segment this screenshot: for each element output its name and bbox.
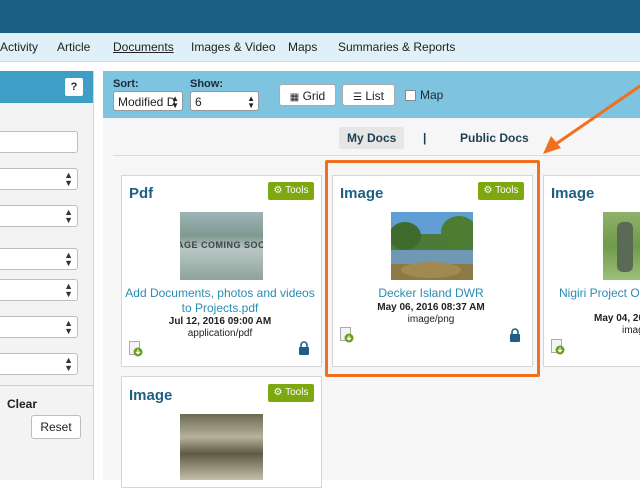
- document-date: Jul 12, 2016 09:00 AM: [168, 316, 272, 327]
- show-select-value: 6: [195, 95, 202, 109]
- document-thumbnail[interactable]: [180, 414, 263, 480]
- app-header: [0, 0, 640, 33]
- grid-icon: ▦: [289, 92, 300, 103]
- document-link-line1: Add Documents, photos and videos: [125, 286, 315, 300]
- nav-item-maps[interactable]: Maps: [288, 40, 317, 54]
- sidebar-divider: [0, 385, 93, 386]
- gear-icon: ⚙: [273, 185, 283, 196]
- select-arrows-icon: ▲ ▼: [64, 355, 73, 373]
- sort-select-value: Modified D: [118, 95, 176, 109]
- lock-icon: [299, 341, 309, 355]
- document-date: May 04, 20: [594, 313, 640, 324]
- show-label: Show:: [190, 78, 223, 90]
- gear-icon: ⚙: [273, 387, 283, 398]
- list-view-button[interactable]: ☰ List: [342, 84, 395, 106]
- card-type-title: Pdf: [129, 185, 154, 202]
- document-link[interactable]: Add Documents, photos and videos to Proj…: [125, 286, 315, 316]
- filter-select-2[interactable]: ▲ ▼: [0, 205, 78, 227]
- clear-filters-link[interactable]: Clear: [7, 397, 37, 411]
- nav-item-article[interactable]: Article: [57, 40, 90, 54]
- tools-label: Tools: [285, 185, 309, 196]
- filter-select-6[interactable]: ▲ ▼: [0, 353, 78, 375]
- tab-separator: |: [423, 131, 427, 145]
- filter-search-input[interactable]: [0, 131, 78, 153]
- list-icon: ☰: [353, 92, 362, 103]
- select-arrows-icon: ▲ ▼: [64, 170, 73, 188]
- card-type-title: Image: [129, 387, 173, 404]
- select-arrows-icon: ▲ ▼: [247, 94, 255, 110]
- download-icon[interactable]: [129, 341, 143, 357]
- tab-public-docs[interactable]: Public Docs: [460, 131, 529, 145]
- main-nav: Activity Article Documents Images & Vide…: [0, 33, 640, 62]
- highlight-box: [325, 160, 540, 377]
- filter-select-4[interactable]: ▲ ▼: [0, 279, 78, 301]
- download-icon[interactable]: [551, 339, 565, 355]
- list-view-label: List: [365, 89, 384, 103]
- person-figure: [617, 222, 633, 272]
- annotation-arrow-icon: [543, 84, 640, 154]
- card-type-title: Image: [551, 185, 595, 202]
- document-link[interactable]: Nigiri Project Op: [559, 286, 640, 301]
- document-mime-type: imag: [622, 325, 640, 336]
- filter-select-1[interactable]: ▲ ▼: [0, 168, 78, 190]
- select-arrows-icon: ▲ ▼: [64, 207, 73, 225]
- document-thumbnail[interactable]: [603, 212, 640, 280]
- sort-select[interactable]: Modified D ▲ ▼: [113, 91, 183, 111]
- nav-item-activity[interactable]: Activity: [0, 40, 38, 54]
- tools-button[interactable]: ⚙ Tools: [268, 182, 314, 200]
- filter-select-3[interactable]: ▲ ▼: [0, 248, 78, 270]
- help-button[interactable]: ?: [65, 78, 83, 96]
- tools-label: Tools: [285, 387, 309, 398]
- thumbnail-placeholder-text: AGE COMING SOC: [180, 240, 263, 250]
- tools-button[interactable]: ⚙ Tools: [268, 384, 314, 402]
- document-thumbnail[interactable]: AGE COMING SOC: [180, 212, 263, 280]
- grid-view-label: Grid: [302, 89, 326, 103]
- show-select[interactable]: 6 ▲ ▼: [190, 91, 259, 111]
- select-arrows-icon: ▲ ▼: [64, 318, 73, 336]
- map-checkbox[interactable]: [405, 90, 416, 101]
- grid-view-button[interactable]: ▦ Grid: [279, 84, 336, 106]
- nav-item-summaries-reports[interactable]: Summaries & Reports: [338, 40, 455, 54]
- tab-my-docs[interactable]: My Docs: [339, 127, 405, 149]
- map-label: Map: [420, 88, 444, 102]
- select-arrows-icon: ▲ ▼: [64, 250, 73, 268]
- select-arrows-icon: ▲ ▼: [171, 94, 179, 110]
- nav-item-images-video[interactable]: Images & Video: [191, 40, 276, 54]
- select-arrows-icon: ▲ ▼: [64, 281, 73, 299]
- sort-label: Sort:: [113, 78, 139, 90]
- nav-item-documents[interactable]: Documents: [113, 40, 174, 54]
- reset-button[interactable]: Reset: [31, 415, 81, 439]
- document-link-line2: to Projects.pdf: [181, 301, 259, 315]
- document-mime-type: application/pdf: [187, 328, 253, 339]
- filter-select-5[interactable]: ▲ ▼: [0, 316, 78, 338]
